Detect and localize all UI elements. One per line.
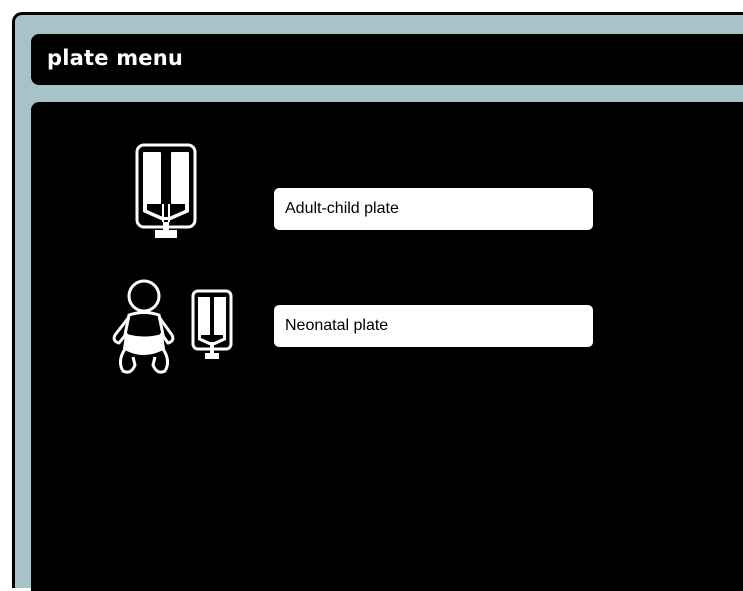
title-bar: plate menu (31, 34, 743, 85)
adult-plate-icon (127, 142, 207, 242)
device-frame: plate menu Adult-child plate Neonatal pl… (12, 12, 743, 591)
neonatal-plate-button[interactable]: Neonatal plate (274, 305, 593, 347)
adult-child-plate-button[interactable]: Adult-child plate (274, 188, 593, 230)
page-title: plate menu (47, 46, 184, 70)
adult-child-plate-label: Adult-child plate (285, 200, 399, 217)
neonatal-plate-icon (188, 288, 238, 368)
baby-icon (109, 277, 179, 377)
plate-menu-panel: Adult-child plate Neonatal plate (31, 102, 743, 591)
neonatal-plate-label: Neonatal plate (285, 317, 389, 334)
